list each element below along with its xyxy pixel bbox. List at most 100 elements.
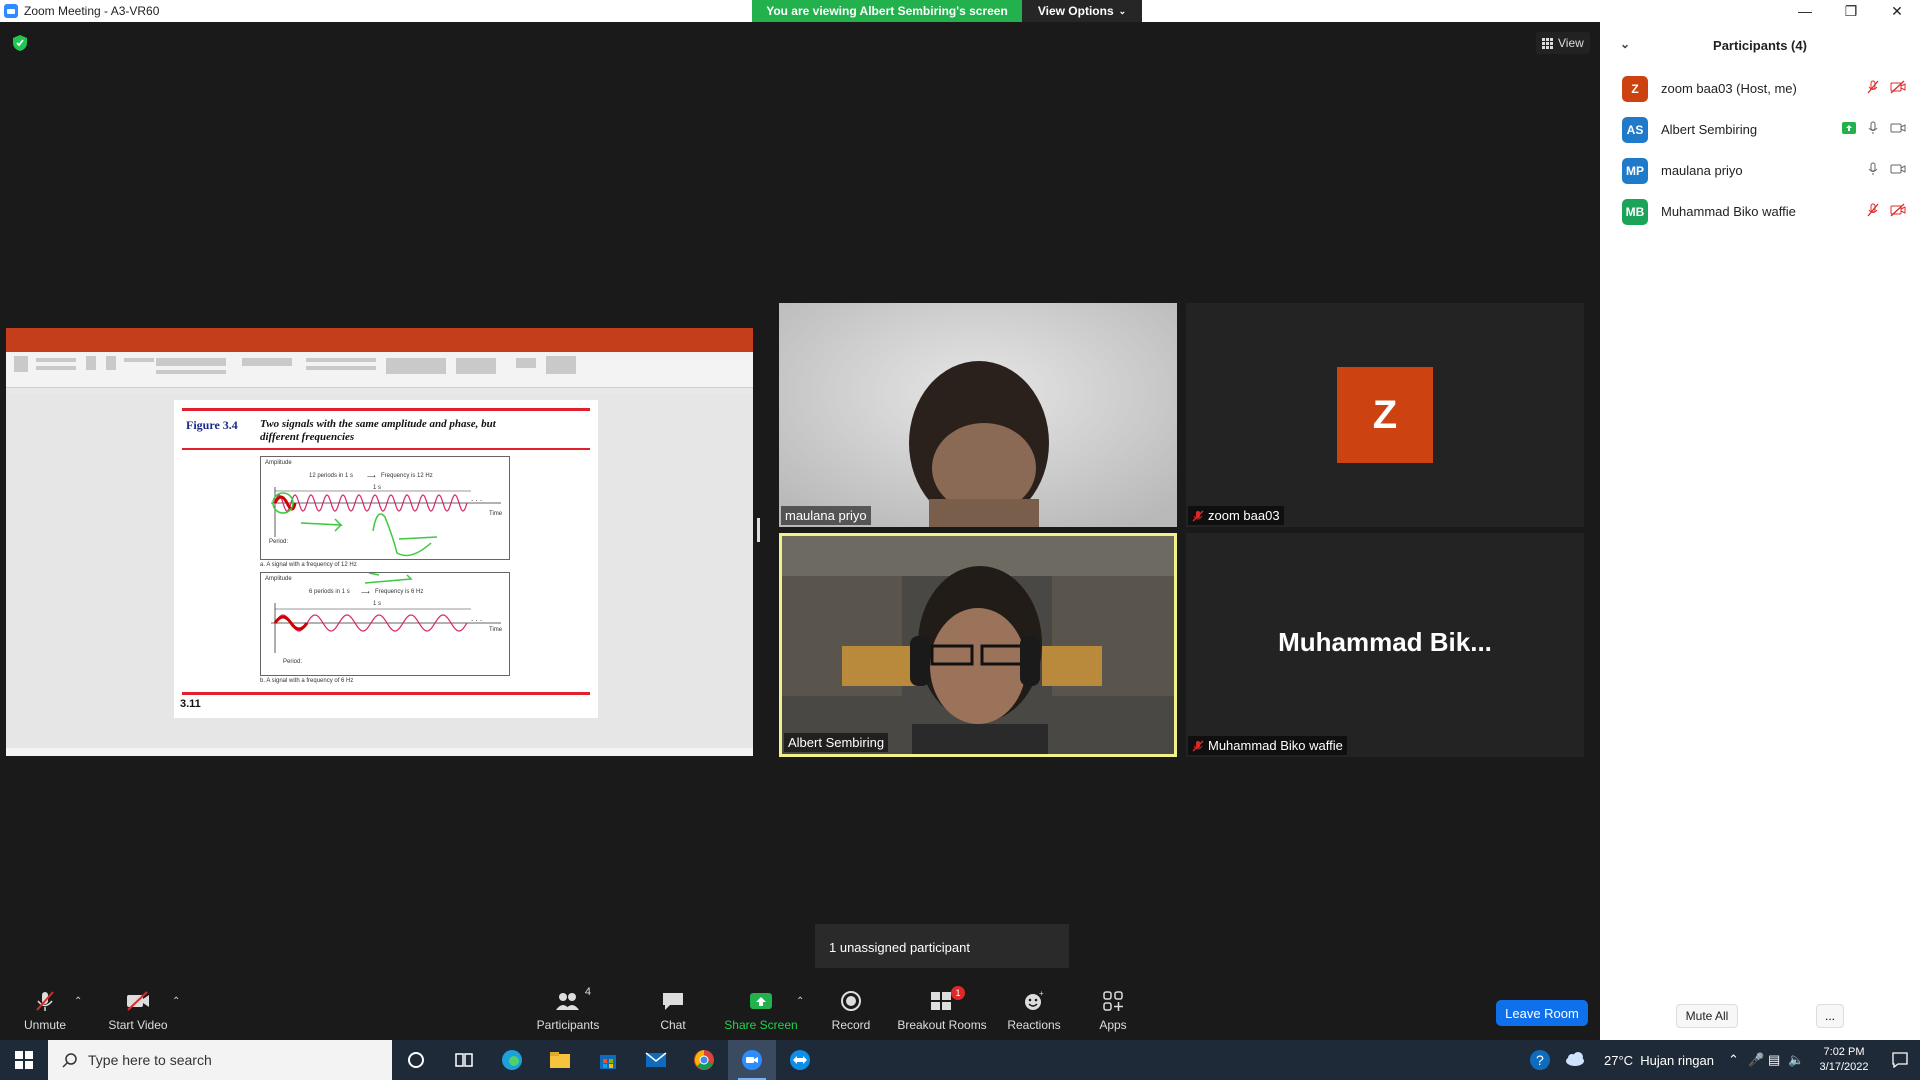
mic-muted-icon[interactable]	[1866, 203, 1880, 217]
signal-b-waveform: . . .	[271, 573, 501, 653]
microsoft-store-icon[interactable]	[584, 1040, 632, 1080]
minimize-icon[interactable]: —	[1782, 0, 1828, 22]
breakout-rooms-button[interactable]: 1 Breakout Rooms	[897, 986, 987, 1032]
teamviewer-icon[interactable]	[776, 1040, 824, 1080]
mic-icon[interactable]	[1866, 162, 1880, 176]
chevron-up-icon[interactable]: ⌃	[1728, 1052, 1748, 1068]
taskbar-clock[interactable]: 7:02 PM 3/17/2022	[1808, 1045, 1880, 1075]
video-tile-zoom-baa03[interactable]: Z zoom baa03	[1186, 303, 1584, 527]
video-off-icon[interactable]	[1890, 203, 1906, 217]
signal-a-caption: a. A signal with a frequency of 12 Hz	[260, 562, 357, 568]
signal-a-waveform: . . .	[271, 487, 501, 557]
weather-text[interactable]: 27°C Hujan ringan	[1604, 1053, 1714, 1068]
mic-muted-icon[interactable]	[1866, 80, 1880, 94]
video-icon[interactable]	[1890, 121, 1906, 135]
meeting-stage: View Figure 3.4 Two signals with the sam…	[0, 22, 1600, 980]
record-label: Record	[831, 1018, 871, 1032]
video-tile-maulana[interactable]: maulana priyo	[779, 303, 1177, 527]
tile-name: Albert Sembiring	[788, 735, 885, 750]
weather-cloud-icon[interactable]	[1564, 1051, 1604, 1070]
microphone-tray-icon[interactable]: 🎤	[1748, 1052, 1768, 1068]
file-explorer-icon[interactable]	[536, 1040, 584, 1080]
participants-panel-title: Participants (4)	[1713, 37, 1807, 53]
zoom-taskbar-icon[interactable]	[728, 1040, 776, 1080]
participant-row[interactable]: Z zoom baa03 (Host, me)	[1600, 68, 1920, 109]
reactions-icon: +	[1021, 990, 1047, 1012]
video-tile-albert[interactable]: Albert Sembiring	[779, 533, 1177, 757]
record-icon	[838, 990, 864, 1012]
video-options-caret-icon[interactable]: ⌃	[172, 996, 180, 1007]
viewing-banner: You are viewing Albert Sembiring's scree…	[752, 0, 1142, 22]
participants-button[interactable]: 4 Participants	[523, 986, 613, 1032]
mic-icon[interactable]	[1866, 121, 1880, 135]
participant-video	[779, 303, 1177, 527]
participants-panel-footer: Mute All ...	[1600, 994, 1920, 1040]
figure-title: Two signals with the same amplitude and …	[260, 418, 496, 443]
restore-icon[interactable]: ❐	[1828, 0, 1874, 22]
participants-panel: ⌄ Participants (4) Z zoom baa03 (Host, m…	[1600, 22, 1920, 1040]
tile-name-label: Albert Sembiring	[784, 733, 889, 752]
svg-text:+: +	[1039, 990, 1044, 998]
help-icon[interactable]: ?	[1516, 1040, 1564, 1080]
leave-room-button[interactable]: Leave Room	[1496, 1000, 1588, 1026]
volume-icon[interactable]: 🔈	[1788, 1052, 1808, 1068]
start-video-button[interactable]: Start Video	[93, 990, 183, 1032]
participant-name: Muhammad Biko waffie	[1661, 204, 1796, 219]
view-options-button[interactable]: View Options ⌄	[1022, 0, 1142, 22]
slide: Figure 3.4 Two signals with the same amp…	[174, 400, 598, 718]
system-tray: ? 27°C Hujan ringan ⌃ 🎤 ▤ 🔈 7:02 PM 3/17…	[1516, 1040, 1920, 1080]
collapse-chevron-icon[interactable]: ⌄	[1620, 37, 1630, 51]
tile-name-label: zoom baa03	[1188, 506, 1284, 525]
tile-name: maulana priyo	[785, 508, 867, 523]
video-off-icon[interactable]	[1890, 80, 1906, 94]
reactions-button[interactable]: + Reactions	[989, 990, 1079, 1032]
edge-browser-icon[interactable]	[488, 1040, 536, 1080]
apps-button[interactable]: Apps	[1068, 990, 1158, 1032]
window-title: Zoom Meeting - A3-VR60	[24, 4, 160, 18]
apps-label: Apps	[1099, 1018, 1127, 1032]
participant-row[interactable]: MP maulana priyo	[1600, 150, 1920, 191]
share-options-caret-icon[interactable]: ⌃	[796, 996, 804, 1007]
signal-b-diagram: Amplitude 6 periods in 1 s ⟶ Frequency i…	[260, 572, 510, 676]
slide-title-rule	[182, 448, 590, 450]
chevron-down-icon: ⌄	[1118, 5, 1127, 16]
split-drag-handle[interactable]	[757, 518, 760, 542]
notifications-icon[interactable]	[1880, 1052, 1920, 1068]
participant-row[interactable]: AS Albert Sembiring	[1600, 109, 1920, 150]
video-tile-muhammad[interactable]: Muhammad Bik... Muhammad Biko waffie	[1186, 533, 1584, 757]
mute-all-button[interactable]: Mute All	[1676, 1004, 1738, 1028]
meeting-toolbar: Unmute ⌃ Start Video ⌃ 4 Participants Ch…	[0, 968, 1600, 1040]
cortana-icon[interactable]	[392, 1040, 440, 1080]
taskbar-search-box[interactable]: Type here to search	[48, 1040, 392, 1080]
signal-a-diagram: Amplitude 12 periods in 1 s ⟶ Frequency …	[260, 456, 510, 560]
view-button[interactable]: View	[1536, 32, 1590, 54]
mail-icon[interactable]	[632, 1040, 680, 1080]
unassigned-participant-popup[interactable]: 1 unassigned participant	[815, 924, 1069, 970]
record-button[interactable]: Record	[806, 990, 896, 1032]
network-icon[interactable]: ▤	[1768, 1052, 1788, 1068]
avatar: MB	[1622, 198, 1648, 225]
powerpoint-status-bar	[6, 748, 753, 756]
signal-b-caption: b. A signal with a frequency of 6 Hz	[260, 678, 354, 684]
share-screen-button[interactable]: Share Screen	[716, 990, 806, 1032]
figure-label: Figure 3.4	[186, 418, 238, 432]
more-options-button[interactable]: ...	[1816, 1004, 1844, 1028]
windows-start-button[interactable]	[0, 1040, 48, 1080]
task-view-icon[interactable]	[440, 1040, 488, 1080]
participants-label: Participants	[536, 1018, 600, 1032]
chat-button[interactable]: Chat	[628, 990, 718, 1032]
view-options-label: View Options	[1037, 4, 1114, 18]
participant-row[interactable]: MB Muhammad Biko waffie	[1600, 191, 1920, 232]
video-icon[interactable]	[1890, 162, 1906, 176]
mic-muted-icon	[32, 990, 58, 1012]
shared-screen[interactable]: Figure 3.4 Two signals with the same amp…	[6, 328, 753, 756]
tile-name-label: Muhammad Biko waffie	[1188, 736, 1347, 755]
shield-icon[interactable]	[12, 34, 28, 52]
participant-name: maulana priyo	[1661, 163, 1743, 178]
share-screen-label: Share Screen	[724, 1018, 798, 1032]
close-icon[interactable]: ✕	[1874, 0, 1920, 22]
chrome-icon[interactable]	[680, 1040, 728, 1080]
reactions-label: Reactions	[1007, 1018, 1061, 1032]
audio-options-caret-icon[interactable]: ⌃	[74, 996, 82, 1007]
windows-taskbar: Type here to search ? 27°C Hujan ringan …	[0, 1040, 1920, 1080]
